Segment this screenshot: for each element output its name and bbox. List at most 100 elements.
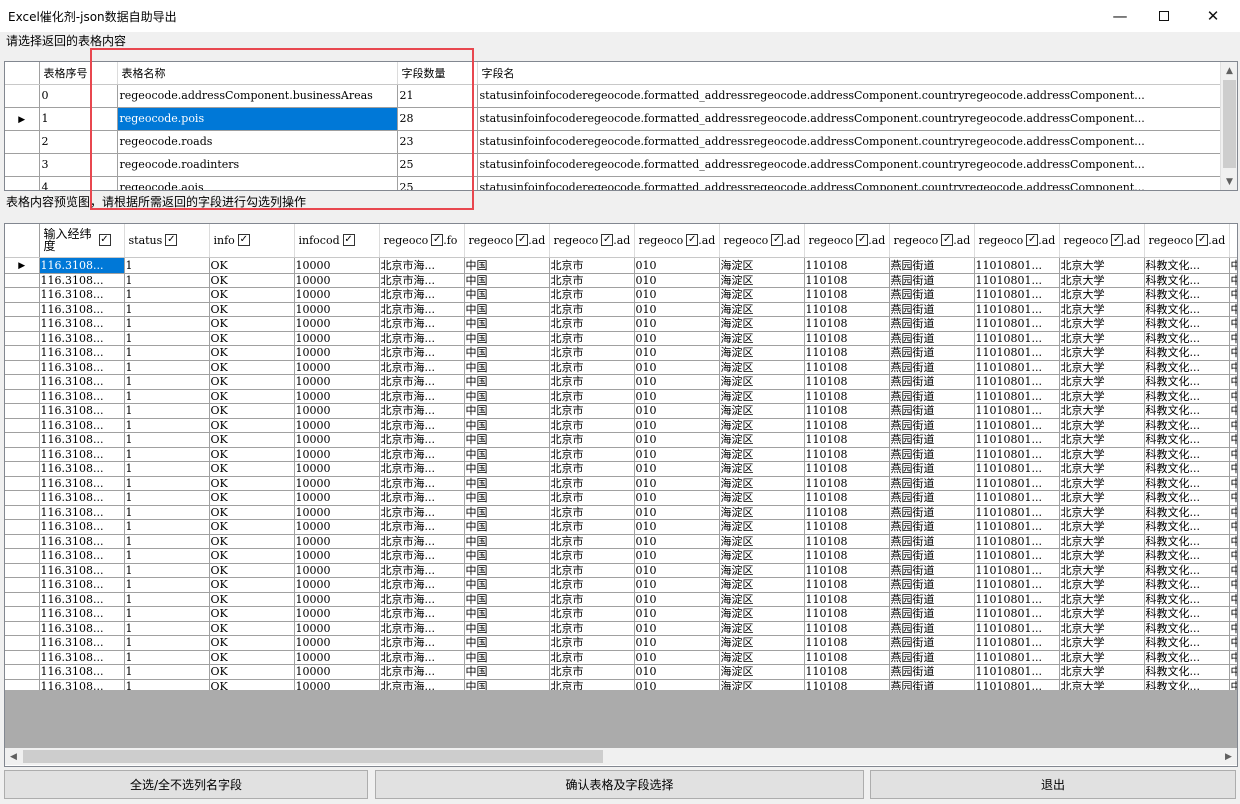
preview-cell[interactable]: 中国: [464, 519, 550, 535]
preview-cell[interactable]: 科教文化...: [1144, 273, 1230, 288]
preview-cell[interactable]: 北京市: [549, 621, 635, 636]
preview-cell[interactable]: OK: [209, 389, 295, 404]
preview-cell[interactable]: 北京大学: [1059, 635, 1145, 651]
preview-column-header[interactable]: info ✓: [209, 224, 295, 258]
preview-cell[interactable]: 北京大学: [1059, 490, 1145, 506]
preview-cell[interactable]: 海淀区: [719, 592, 805, 607]
column-checkbox[interactable]: ✓: [1196, 234, 1209, 247]
row-header[interactable]: [5, 563, 40, 578]
preview-cell[interactable]: 北京大学: [1059, 577, 1145, 593]
preview-cell[interactable]: 116.3108...: [39, 592, 125, 607]
preview-cell[interactable]: 11010801...: [974, 621, 1060, 636]
preview-cell[interactable]: 116.3108...: [39, 476, 125, 491]
preview-cell[interactable]: OK: [209, 621, 295, 636]
preview-row[interactable]: 116.3108... 1 OK 10000 北京市海... 中国 北京市 010 海淀区 110…: [5, 577, 1237, 593]
cell-name[interactable]: regeocode.roads: [117, 130, 398, 154]
preview-cell[interactable]: 中国: [464, 257, 550, 274]
preview-cell[interactable]: 中: [1229, 447, 1237, 462]
preview-cell[interactable]: 中: [1229, 534, 1237, 549]
preview-cell[interactable]: 北京市: [549, 635, 635, 651]
preview-cell[interactable]: 北京大学: [1059, 302, 1145, 317]
preview-cell[interactable]: 海淀区: [719, 316, 805, 332]
preview-cell[interactable]: 中国: [464, 389, 550, 404]
preview-cell[interactable]: 科教文化...: [1144, 374, 1230, 390]
preview-cell[interactable]: 科教文化...: [1144, 418, 1230, 433]
preview-cell[interactable]: 010: [634, 257, 720, 274]
preview-column-header[interactable]: regeoco ✓ .ad: [719, 224, 805, 258]
preview-cell[interactable]: 1: [124, 490, 210, 506]
preview-cell[interactable]: 海淀区: [719, 273, 805, 288]
preview-cell[interactable]: 科教文化...: [1144, 403, 1230, 419]
preview-cell[interactable]: 中国: [464, 331, 550, 346]
preview-cell[interactable]: 北京市海...: [379, 548, 465, 564]
preview-cell[interactable]: 11010801...: [974, 302, 1060, 317]
preview-row[interactable]: 116.3108... 1 OK 10000 北京市海... 中国 北京市 010 海淀区 110…: [5, 519, 1237, 535]
preview-cell[interactable]: 北京市海...: [379, 432, 465, 448]
preview-cell[interactable]: 1: [124, 432, 210, 448]
preview-cell[interactable]: 10000: [294, 302, 380, 317]
preview-cell[interactable]: OK: [209, 403, 295, 419]
scroll-left-icon[interactable]: ◀: [5, 748, 22, 765]
row-header[interactable]: [5, 273, 40, 288]
preview-cell[interactable]: 010: [634, 403, 720, 419]
cell-count[interactable]: 28: [397, 107, 478, 131]
preview-cell[interactable]: 010: [634, 577, 720, 593]
preview-cell[interactable]: 科教文化...: [1144, 505, 1230, 520]
preview-row[interactable]: 116.3108... 1 OK 10000 北京市海... 中国 北京市 010 海淀区 110…: [5, 287, 1237, 303]
preview-cell[interactable]: 北京市: [549, 316, 635, 332]
preview-cell[interactable]: OK: [209, 606, 295, 622]
preview-cell[interactable]: 北京市海...: [379, 606, 465, 622]
preview-cell[interactable]: 北京市: [549, 563, 635, 578]
preview-cell[interactable]: 燕园街道: [889, 360, 975, 375]
preview-cell[interactable]: 中国: [464, 476, 550, 491]
preview-cell[interactable]: 010: [634, 534, 720, 549]
preview-cell[interactable]: 116.3108...: [39, 389, 125, 404]
preview-cell[interactable]: 北京市海...: [379, 519, 465, 535]
preview-cell[interactable]: 北京市海...: [379, 592, 465, 607]
preview-row[interactable]: 116.3108... 1 OK 10000 北京市海... 中国 北京市 010 海淀区 110…: [5, 403, 1237, 419]
preview-cell[interactable]: 北京大学: [1059, 519, 1145, 535]
preview-cell[interactable]: 海淀区: [719, 257, 805, 274]
column-checkbox[interactable]: ✓: [686, 234, 699, 247]
preview-cell[interactable]: 中: [1229, 257, 1237, 274]
preview-cell[interactable]: 中国: [464, 650, 550, 665]
preview-cell[interactable]: 中: [1229, 418, 1237, 433]
preview-column-header[interactable]: status ✓: [124, 224, 210, 258]
preview-cell[interactable]: 1: [124, 447, 210, 462]
preview-cell[interactable]: 1: [124, 548, 210, 564]
preview-cell[interactable]: 10000: [294, 664, 380, 680]
preview-cell[interactable]: 北京市海...: [379, 302, 465, 317]
preview-cell[interactable]: 110108: [804, 548, 890, 564]
row-header[interactable]: [5, 153, 40, 177]
preview-cell[interactable]: 10000: [294, 461, 380, 477]
row-header[interactable]: [5, 577, 40, 593]
preview-cell[interactable]: 科教文化...: [1144, 432, 1230, 448]
preview-cell[interactable]: 110108: [804, 374, 890, 390]
preview-cell[interactable]: 中: [1229, 302, 1237, 317]
tables-grid[interactable]: 表格序号 表格名称 字段数量 字段名 0 regeocode.addressCom…: [4, 61, 1238, 191]
preview-cell[interactable]: OK: [209, 273, 295, 288]
preview-cell[interactable]: 116.3108...: [39, 302, 125, 317]
preview-cell[interactable]: 110108: [804, 447, 890, 462]
preview-cell[interactable]: 110108: [804, 257, 890, 274]
preview-cell[interactable]: OK: [209, 302, 295, 317]
cell-count[interactable]: 25: [397, 176, 478, 190]
preview-row[interactable]: 116.3108... 1 OK 10000 北京市海... 中国 北京市 010 海淀区 110…: [5, 548, 1237, 564]
preview-cell[interactable]: 北京市海...: [379, 621, 465, 636]
preview-row[interactable]: 116.3108... 1 OK 10000 北京市海... 中国 北京市 010 海淀区 110…: [5, 664, 1237, 680]
preview-cell[interactable]: 北京市: [549, 374, 635, 390]
preview-cell[interactable]: 北京大学: [1059, 360, 1145, 375]
preview-cell[interactable]: 10000: [294, 389, 380, 404]
preview-cell[interactable]: 010: [634, 302, 720, 317]
preview-cell[interactable]: 1: [124, 360, 210, 375]
preview-cell[interactable]: 中: [1229, 635, 1237, 651]
preview-cell[interactable]: 中: [1229, 490, 1237, 506]
preview-cell[interactable]: 科教文化...: [1144, 577, 1230, 593]
preview-cell[interactable]: 1: [124, 257, 210, 274]
preview-cell[interactable]: OK: [209, 257, 295, 274]
column-header-name[interactable]: 表格名称: [117, 62, 398, 85]
preview-cell[interactable]: 中: [1229, 360, 1237, 375]
preview-cell[interactable]: 11010801...: [974, 563, 1060, 578]
preview-cell[interactable]: OK: [209, 534, 295, 549]
preview-cell[interactable]: 北京市: [549, 592, 635, 607]
